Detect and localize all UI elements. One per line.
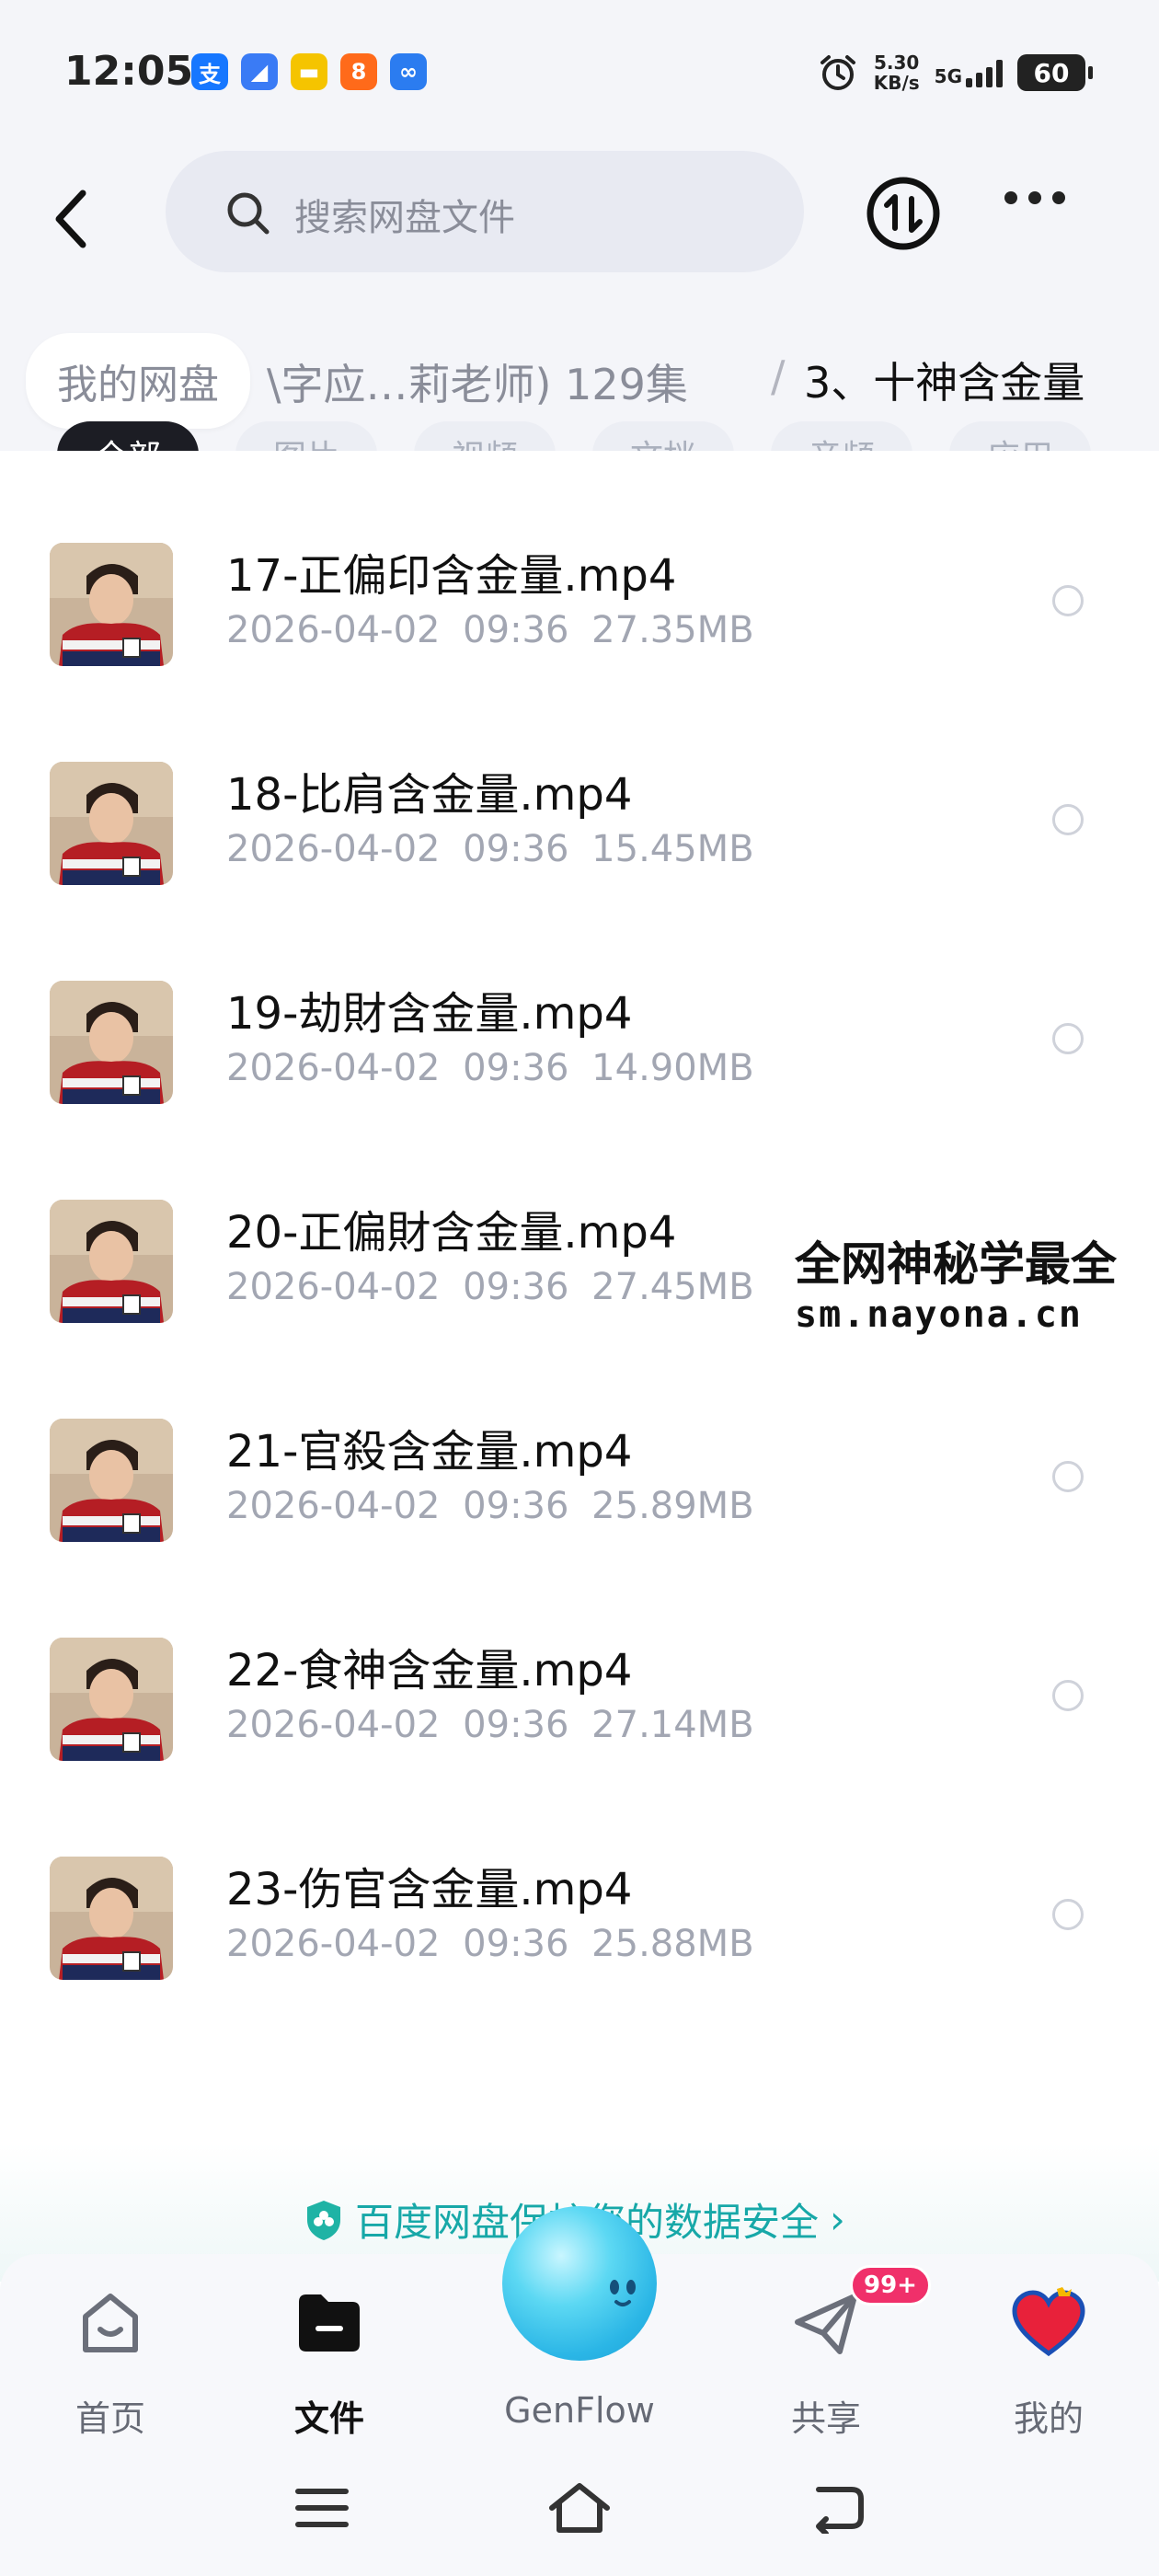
video-thumbnail: [50, 1200, 173, 1323]
watermark-title: 全网神秘学最全: [795, 1237, 1117, 1291]
nav-files[interactable]: 文件: [247, 2282, 412, 2439]
home-icon: [83, 2294, 138, 2352]
status-right: 5.30 KB/s 5G 60: [817, 52, 1093, 94]
video-thumbnail: [50, 543, 173, 666]
nav-files-label: 文件: [293, 2398, 364, 2439]
watermark-url: sm.nayona.cn: [795, 1294, 1083, 1336]
back-button[interactable]: [46, 182, 101, 256]
notification-icons: 支 ◢ ▬ 8 ∞: [191, 53, 427, 90]
alipay-icon: 支: [191, 53, 228, 90]
file-name: 17-正偏印含金量.mp4: [226, 550, 677, 602]
app-card-icon: ▬: [291, 53, 327, 90]
file-name: 19-劫財含金量.mp4: [226, 988, 633, 1040]
search-placeholder: 搜索网盘文件: [294, 197, 515, 239]
select-radio[interactable]: [1052, 1461, 1084, 1492]
video-thumbnail: [50, 1857, 173, 1980]
more-dot: [1052, 191, 1065, 204]
file-row[interactable]: 23-伤官含金量.mp4 2026-04-02 09:36 25.88MB: [0, 1805, 1159, 2024]
nav-home[interactable]: 首页: [28, 2282, 193, 2439]
nav-share-label: 共享: [790, 2398, 861, 2439]
file-row[interactable]: 21-官殺含金量.mp4 2026-04-02 09:36 25.89MB: [0, 1367, 1159, 1586]
battery-icon: 60: [1017, 54, 1093, 91]
file-row[interactable]: 17-正偏印含金量.mp4 2026-04-02 09:36 27.35MB: [0, 491, 1159, 710]
file-name: 22-食神含金量.mp4: [226, 1645, 633, 1696]
more-dot: [1004, 191, 1017, 204]
heart-avatar-icon: [1012, 2287, 1085, 2357]
select-radio[interactable]: [1052, 804, 1084, 835]
alarm-icon: [820, 55, 855, 90]
back-arrow-icon: [55, 190, 86, 248]
file-meta: 2026-04-02 09:36 27.45MB: [226, 1266, 754, 1308]
genflow-orb-icon[interactable]: [502, 2206, 657, 2361]
search-icon: [227, 192, 270, 235]
top-header: 搜索网盘文件: [0, 147, 1159, 304]
status-time: 12:05: [64, 48, 194, 95]
more-dot: [1028, 191, 1041, 204]
signal-icon: [966, 58, 1003, 87]
home-button-icon[interactable]: [546, 2480, 613, 2536]
video-thumbnail: [50, 1419, 173, 1542]
video-thumbnail: [50, 1638, 173, 1761]
file-row[interactable]: 18-比肩含金量.mp4 2026-04-02 09:36 15.45MB: [0, 710, 1159, 929]
video-thumbnail: [50, 981, 173, 1104]
search-bar[interactable]: 搜索网盘文件: [166, 151, 804, 272]
more-button[interactable]: [1004, 191, 1065, 204]
genflow-face-icon: [610, 2280, 636, 2306]
file-meta: 2026-04-02 09:36 25.88MB: [226, 1923, 754, 1965]
file-meta: 2026-04-02 09:36 27.35MB: [226, 609, 754, 651]
app-blue-icon: ◢: [241, 53, 278, 90]
video-thumbnail: [50, 762, 173, 885]
watermark: 全网神秘学最全 sm.nayona.cn: [787, 1224, 1124, 1340]
file-name: 23-伤官含金量.mp4: [226, 1864, 633, 1915]
select-radio[interactable]: [1052, 1899, 1084, 1930]
select-radio[interactable]: [1052, 585, 1084, 616]
menu-icon[interactable]: [293, 2484, 351, 2532]
status-bar: 12:05 支 ◢ ▬ 8 ∞ 5.30 KB/s 5G 60: [0, 0, 1159, 147]
nav-home-label: 首页: [75, 2398, 145, 2439]
transfer-button[interactable]: [865, 175, 942, 256]
file-meta: 2026-04-02 09:36 25.89MB: [226, 1485, 754, 1527]
nav-me-label: 我的: [1013, 2398, 1084, 2439]
nav-me[interactable]: 我的: [966, 2282, 1131, 2439]
file-name: 20-正偏財含金量.mp4: [226, 1207, 677, 1259]
nav-genflow-label: GenFlow: [504, 2390, 655, 2431]
file-meta: 2026-04-02 09:36 27.14MB: [226, 1704, 754, 1746]
select-radio[interactable]: [1052, 1023, 1084, 1054]
file-meta: 2026-04-02 09:36 14.90MB: [226, 1047, 754, 1089]
app-orange-icon: 8: [340, 53, 377, 90]
select-radio[interactable]: [1052, 1680, 1084, 1711]
shield-icon: [307, 2200, 340, 2240]
genflow-small-icon: ∞: [390, 53, 427, 90]
file-row[interactable]: 22-食神含金量.mp4 2026-04-02 09:36 27.14MB: [0, 1586, 1159, 1805]
transfer-icon: [866, 177, 940, 250]
system-nav-bar: [0, 2447, 1159, 2576]
network-type: 5G: [934, 65, 962, 87]
file-name: 18-比肩含金量.mp4: [226, 769, 633, 821]
file-row[interactable]: 19-劫財含金量.mp4 2026-04-02 09:36 14.90MB: [0, 929, 1159, 1148]
chevron-right-icon: ›: [830, 2197, 845, 2242]
share-badge: 99+: [850, 2265, 931, 2306]
back-gesture-icon[interactable]: [808, 2482, 866, 2534]
signal-group: 5G: [935, 58, 1003, 87]
net-speed: 5.30 KB/s: [873, 52, 920, 94]
folder-icon: [299, 2294, 360, 2352]
file-meta: 2026-04-02 09:36 15.45MB: [226, 828, 754, 870]
file-name: 21-官殺含金量.mp4: [226, 1426, 633, 1478]
